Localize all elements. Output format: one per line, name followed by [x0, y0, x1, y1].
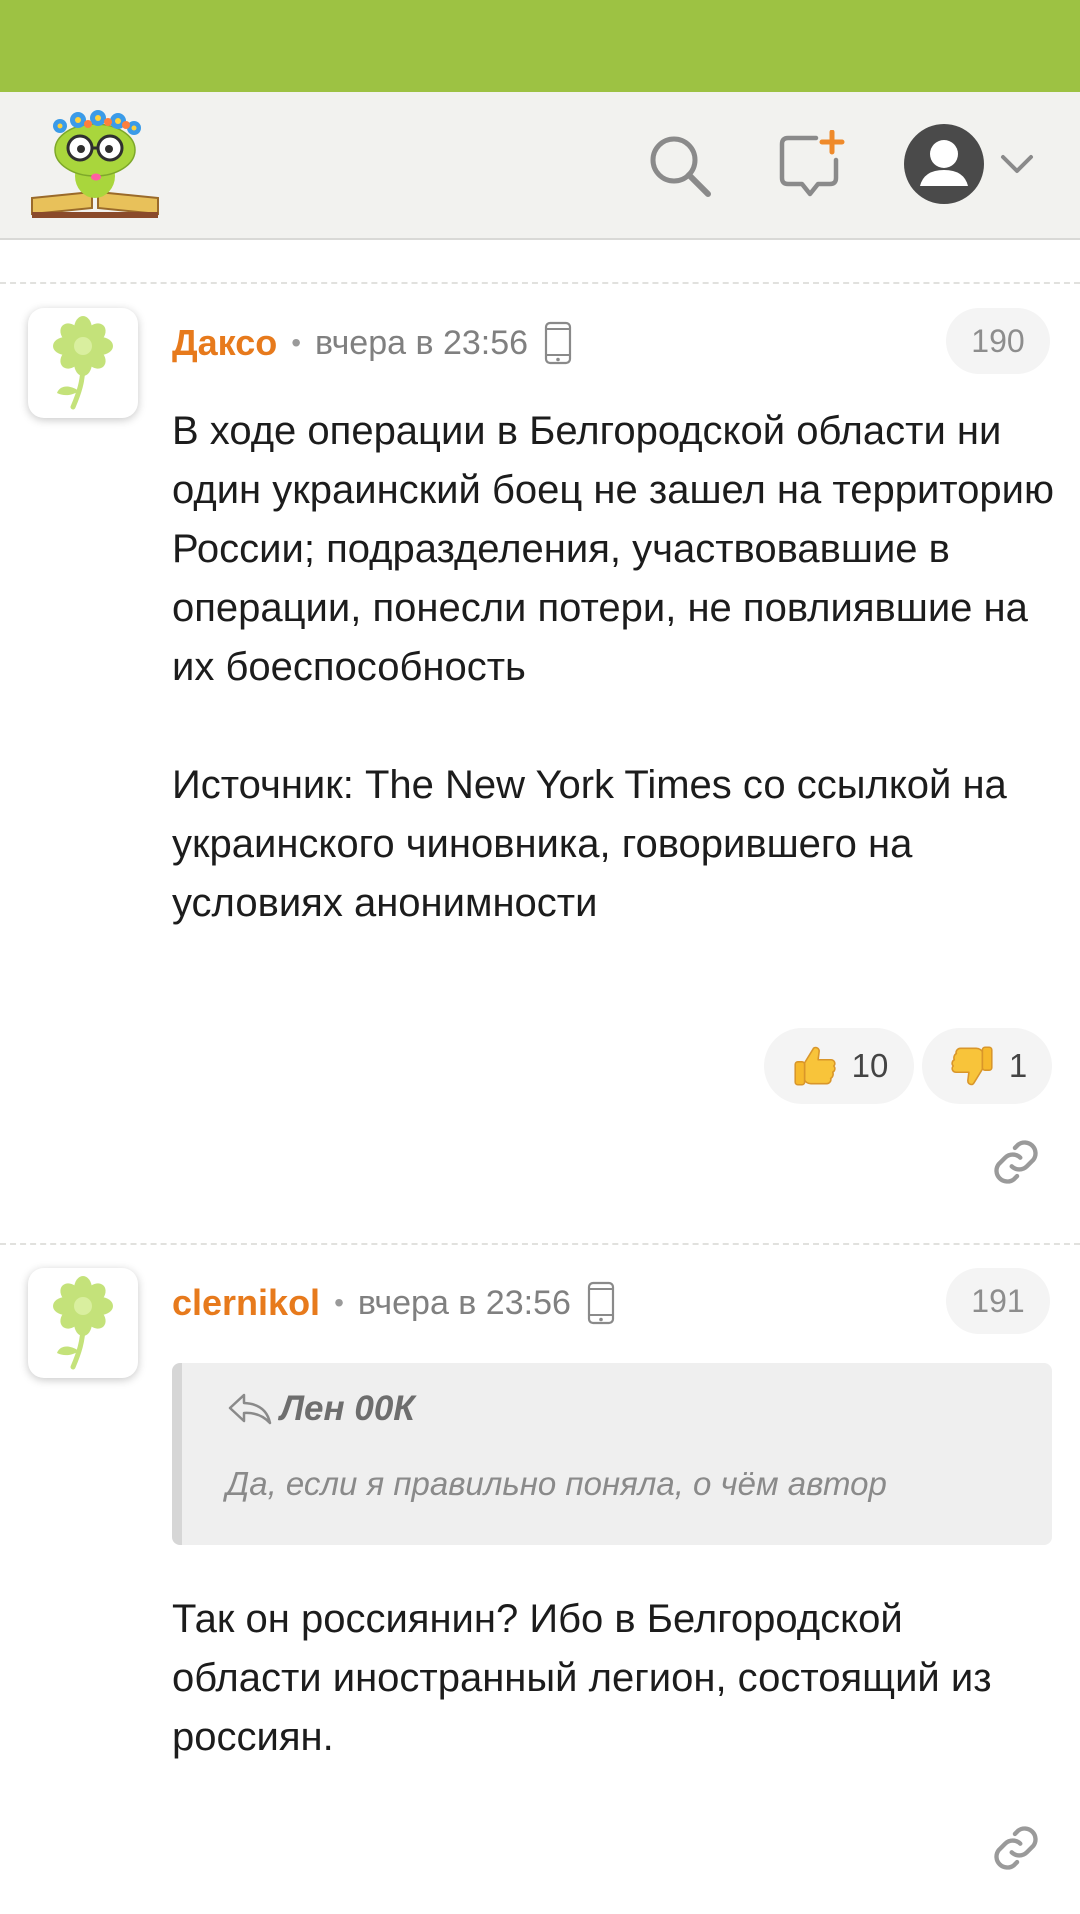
comment-body: Так он россиянин? Ибо в Белгородской обл…: [172, 1590, 1062, 1767]
search-icon: [644, 130, 716, 207]
like-count: 10: [851, 1047, 889, 1084]
reply-arrow-icon: [226, 1391, 280, 1427]
comment-author[interactable]: Даксо: [172, 322, 277, 364]
comment-separator: [0, 1243, 1080, 1245]
thumbs-down-icon: [947, 1041, 997, 1091]
meta-separator: •: [291, 327, 302, 358]
avatar[interactable]: [28, 1268, 138, 1378]
comment-number-badge[interactable]: 191: [946, 1268, 1050, 1334]
new-post-icon: [776, 129, 848, 207]
comment-author[interactable]: clernikol: [172, 1282, 320, 1324]
comment-paragraph: Так он россиянин? Ибо в Белгородской обл…: [172, 1597, 992, 1759]
comment-meta: clernikol • вчера в 23:56: [172, 1278, 615, 1328]
comment-timestamp[interactable]: вчера в 23:56: [358, 1284, 571, 1323]
thumbs-up-icon: [790, 1041, 840, 1091]
link-icon[interactable]: [990, 1136, 1042, 1188]
link-icon[interactable]: [990, 1822, 1042, 1874]
phone-icon: [544, 321, 572, 365]
comment-timestamp[interactable]: вчера в 23:56: [315, 324, 528, 363]
profile-menu-button[interactable]: [900, 120, 1036, 212]
comment-body: В ходе операции в Белгородской области н…: [172, 402, 1062, 933]
new-post-button[interactable]: [772, 128, 852, 208]
comment-paragraph: В ходе операции в Белгородской области н…: [172, 409, 1055, 689]
comment-number-badge[interactable]: 190: [946, 308, 1050, 374]
quote-author-name: Лен 00К: [280, 1389, 415, 1428]
user-avatar-icon: [902, 122, 986, 211]
dislike-button[interactable]: 1: [922, 1028, 1052, 1104]
quoted-reply[interactable]: Лен 00К Да, если я правильно поняла, о ч…: [172, 1363, 1052, 1545]
phone-icon: [587, 1281, 615, 1325]
search-button[interactable]: [640, 128, 720, 208]
app-header: [0, 92, 1080, 240]
status-bar: [0, 0, 1080, 92]
avatar[interactable]: [28, 308, 138, 418]
quote-text: Да, если я правильно поняла, о чём автор: [226, 1465, 887, 1502]
quote-author: Лен 00К: [226, 1389, 415, 1429]
comment-meta: Даксо • вчера в 23:56: [172, 318, 572, 368]
bookworm-logo[interactable]: [30, 110, 160, 222]
like-button[interactable]: 10: [764, 1028, 914, 1104]
meta-separator: •: [334, 1287, 344, 1318]
chevron-down-icon: [1000, 153, 1034, 180]
comment-paragraph: Источник: The New York Times со ссылкой …: [172, 763, 1007, 925]
comment-separator: [0, 282, 1080, 284]
dislike-count: 1: [1008, 1047, 1028, 1084]
